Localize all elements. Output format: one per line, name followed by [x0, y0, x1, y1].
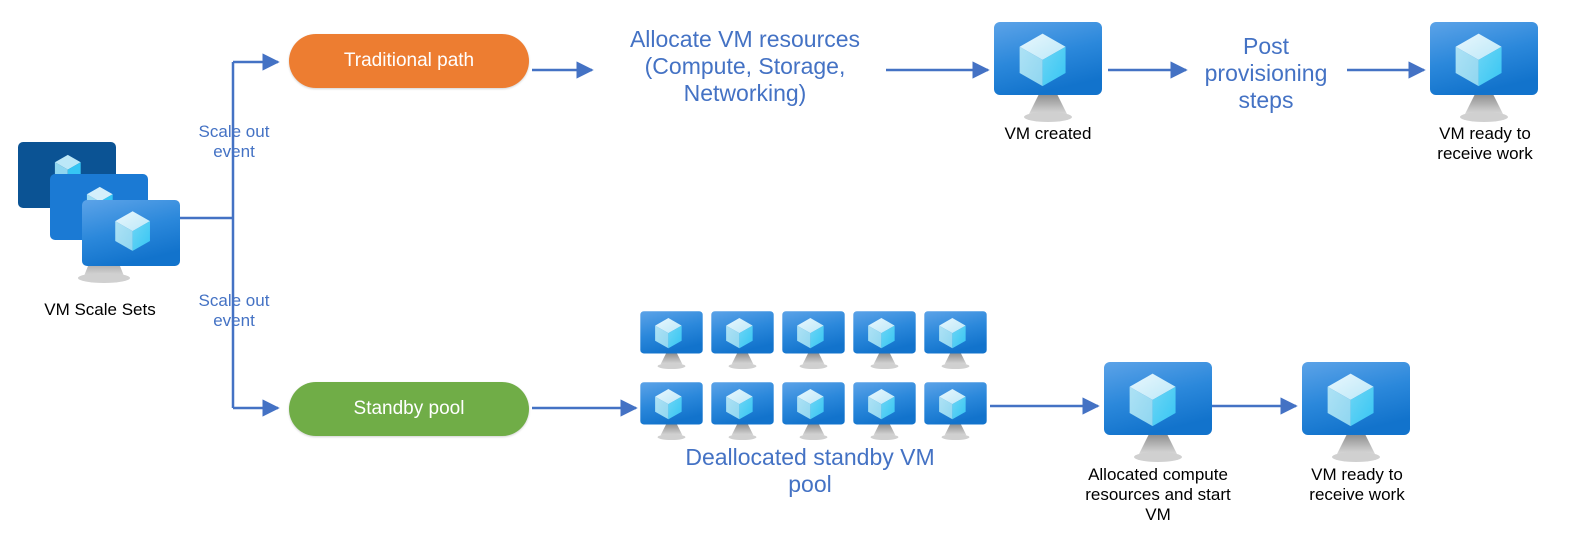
standby-vm-icon: [851, 377, 918, 443]
standby-vm-icon: [780, 377, 847, 443]
vm-scale-sets-label: VM Scale Sets: [44, 300, 156, 319]
vm-ready-bottom-label: VM ready to receive work: [1309, 465, 1405, 505]
scale-out-event-bottom-label: Scale out event: [198, 291, 270, 331]
allocate-vm-resources-label: Allocate VM resources (Compute, Storage,…: [629, 26, 861, 107]
allocated-compute-label: Allocated compute resources and start VM: [1085, 465, 1231, 525]
vm-ready-top-label: VM ready to receive work: [1437, 124, 1533, 164]
standby-vm-icon: [851, 306, 918, 372]
vm-created-icon: [990, 18, 1106, 122]
vm-created-label: VM created: [1004, 124, 1092, 143]
standby-vm-icon: [922, 306, 989, 372]
standby-vm-icon: [780, 306, 847, 372]
deallocated-pool-label: Deallocated standby VM pool: [685, 444, 935, 498]
standby-vm-icon: [638, 377, 705, 443]
vm-scale-sets-icon: [14, 138, 184, 286]
post-provisioning-steps-label: Post provisioning steps: [1204, 33, 1328, 114]
vm-ready-top-icon: [1426, 18, 1542, 122]
scale-out-event-top-label: Scale out event: [198, 122, 270, 162]
standby-vm-icon: [709, 377, 776, 443]
standby-vm-icon: [638, 306, 705, 372]
standby-pool-pill[interactable]: Standby pool: [289, 382, 529, 436]
standby-vm-icon: [709, 306, 776, 372]
vm-ready-bottom-icon: [1298, 358, 1414, 462]
traditional-path-pill[interactable]: Traditional path: [289, 34, 529, 88]
allocated-compute-vm-icon: [1100, 358, 1216, 462]
standby-vm-icon: [922, 377, 989, 443]
diagram-canvas: VM Scale Sets Scale out event Scale out …: [0, 0, 1573, 553]
deallocated-standby-vm-pool-grid: [638, 306, 993, 448]
